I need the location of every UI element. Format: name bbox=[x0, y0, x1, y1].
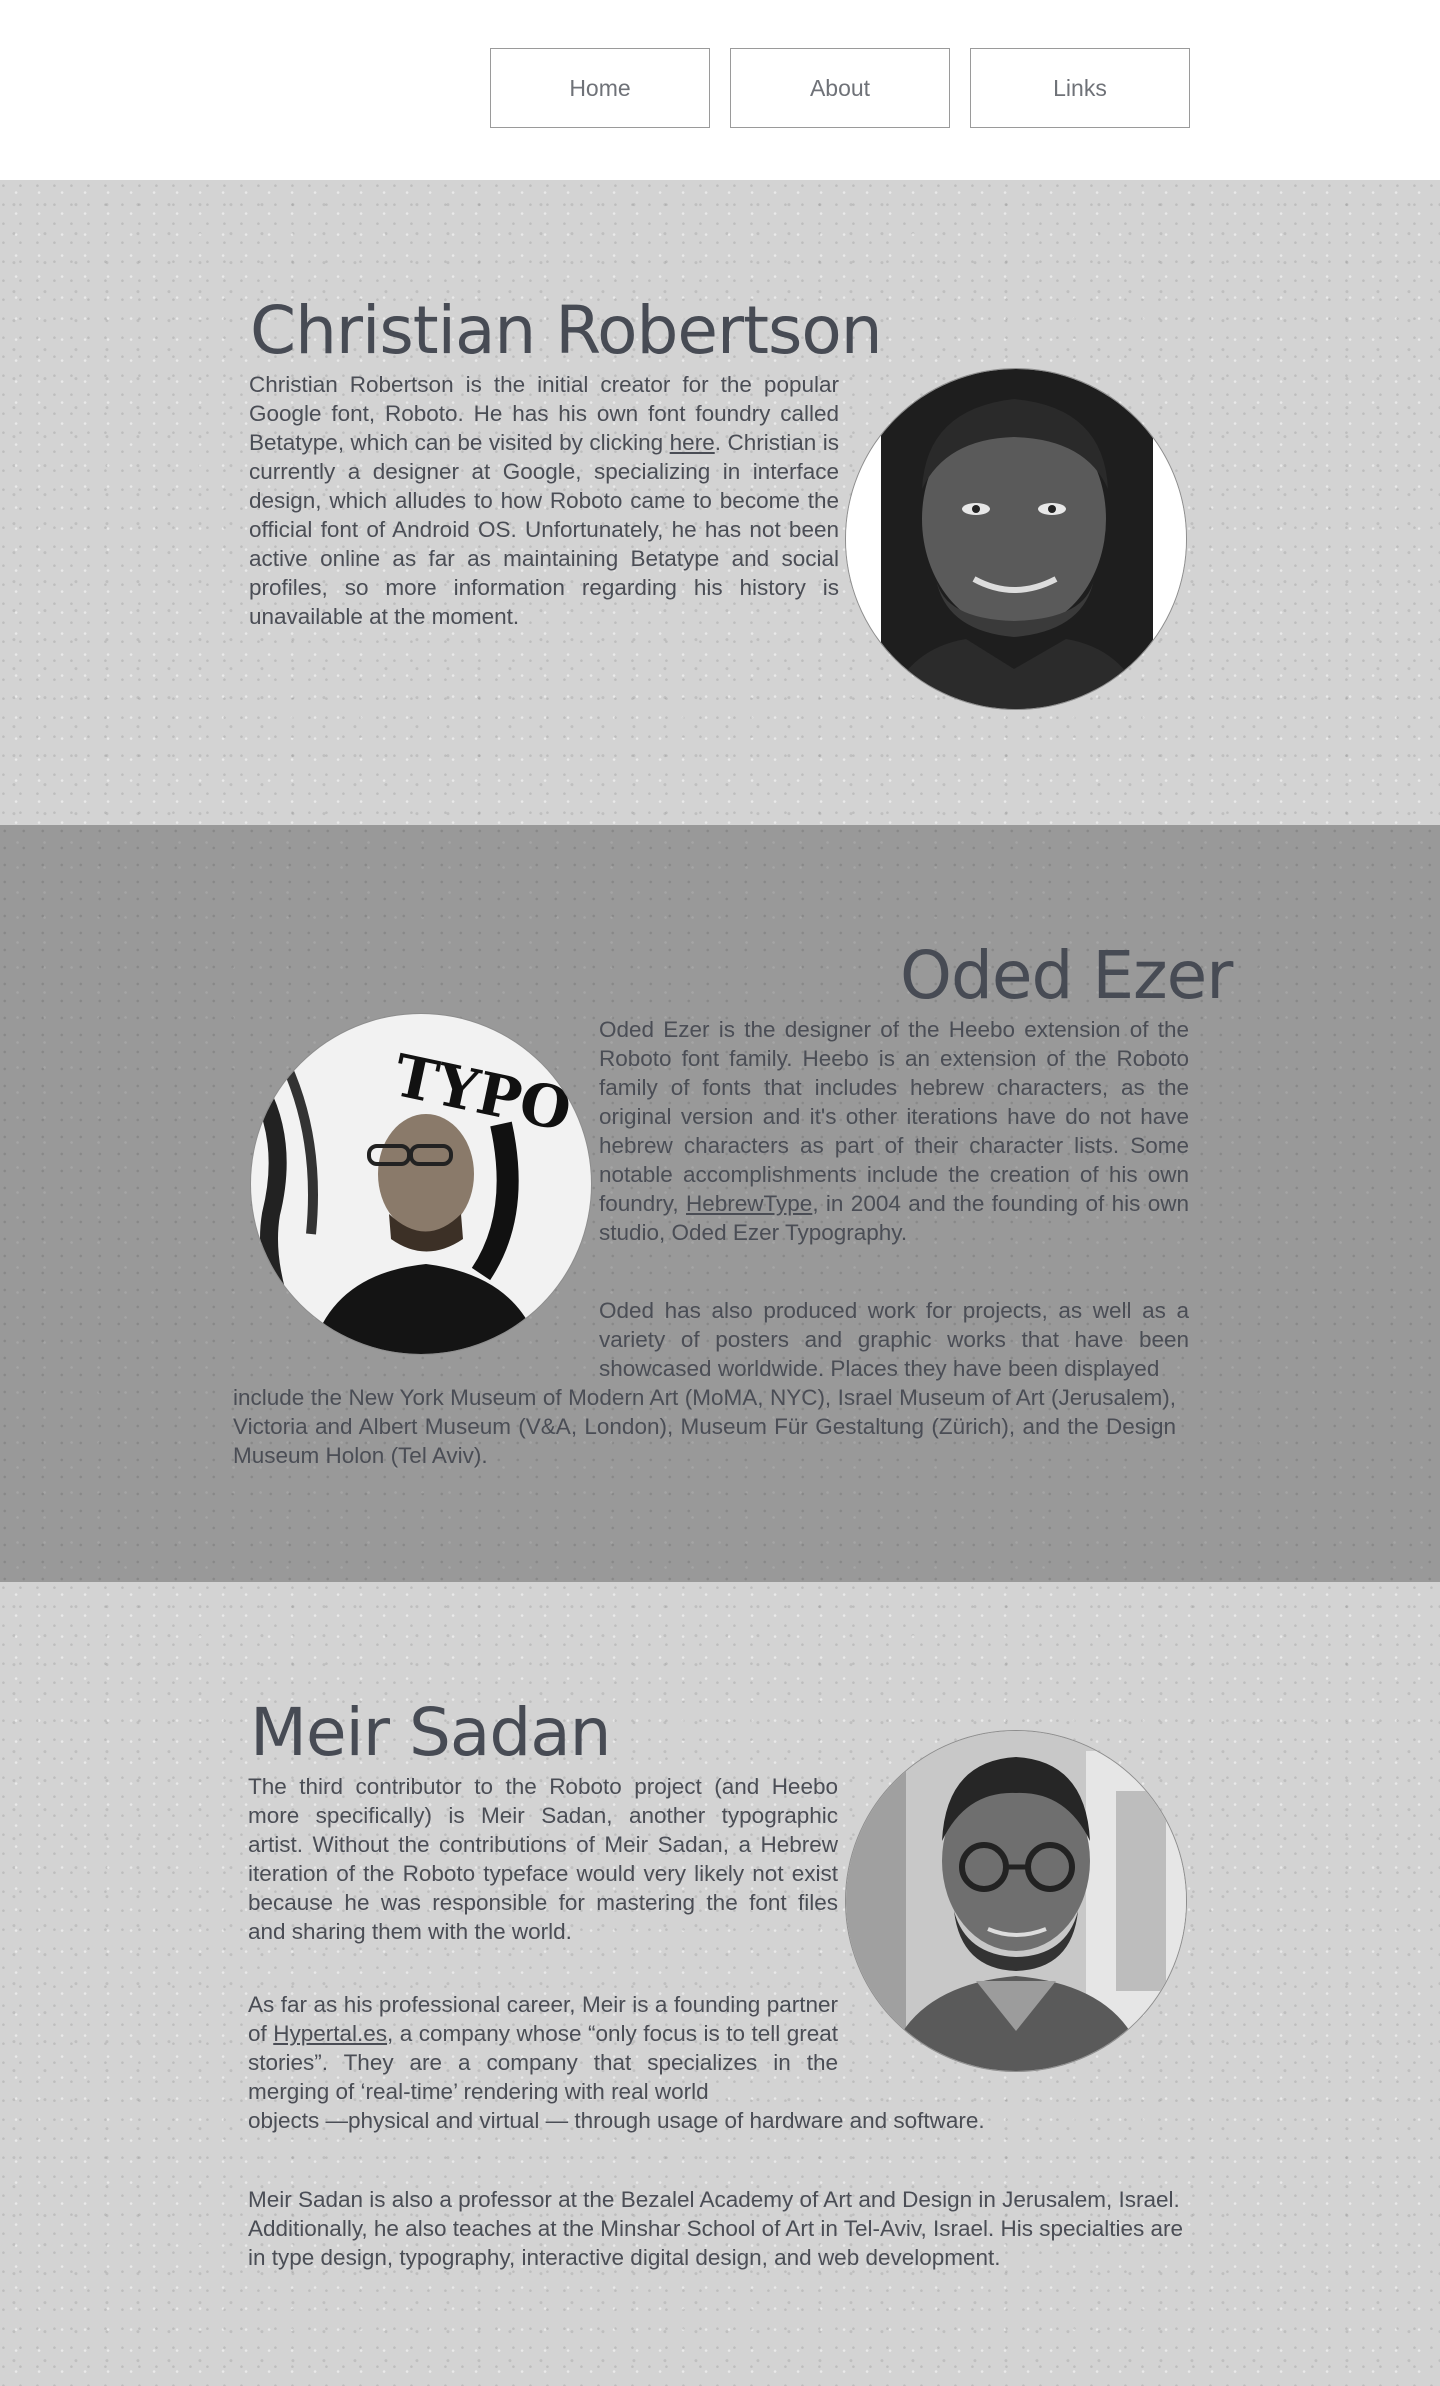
ezer-bio-1: Oded Ezer is the designer of the Heebo e… bbox=[599, 1015, 1189, 1247]
robertson-bio: Christian Robertson is the initial creat… bbox=[249, 370, 839, 631]
ezer-bio-text-1: Oded Ezer is the designer of the Heebo e… bbox=[599, 1017, 1189, 1216]
sadan-bio-1: The third contributor to the Roboto proj… bbox=[248, 1774, 838, 1944]
ezer-bio-3: include the New York Museum of Modern Ar… bbox=[233, 1385, 1176, 1468]
nav-home-button[interactable]: Home bbox=[490, 48, 710, 128]
robertson-portrait-photo bbox=[845, 368, 1187, 710]
section-robertson: Christian Robertson Christian Robertson … bbox=[0, 180, 1440, 825]
ezer-bio-2: Oded has also produced work for projects… bbox=[599, 1298, 1189, 1381]
robertson-heading: Christian Robertson bbox=[250, 292, 883, 369]
sadan-bio-2-tail: objects —physical and virtual — through … bbox=[248, 2108, 985, 2133]
nav-links-button[interactable]: Links bbox=[970, 48, 1190, 128]
robertson-bio-text-2: . Christian is currently a designer at G… bbox=[249, 430, 839, 629]
sadan-portrait-photo bbox=[845, 1730, 1187, 2072]
betatype-link[interactable]: here bbox=[670, 430, 715, 455]
ezer-portrait-photo: TYPO bbox=[250, 1013, 592, 1355]
sadan-heading: Meir Sadan bbox=[250, 1694, 612, 1771]
ezer-heading: Oded Ezer bbox=[900, 937, 1233, 1014]
sadan-bio-3: Meir Sadan is also a professor at the Be… bbox=[248, 2187, 1184, 2270]
nav-about-button[interactable]: About bbox=[730, 48, 950, 128]
hebrewtype-link[interactable]: HebrewType bbox=[686, 1191, 812, 1216]
section-ezer: Oded Ezer Oded Ezer is the designer of t… bbox=[0, 825, 1440, 1582]
section-sadan: Meir Sadan The third contributor to the … bbox=[0, 1582, 1440, 2386]
hypertales-link[interactable]: Hypertal.es bbox=[273, 2021, 387, 2046]
sadan-bio-2: As far as his professional career, Meir … bbox=[248, 1990, 838, 2106]
top-nav: Home About Links bbox=[0, 0, 1440, 180]
